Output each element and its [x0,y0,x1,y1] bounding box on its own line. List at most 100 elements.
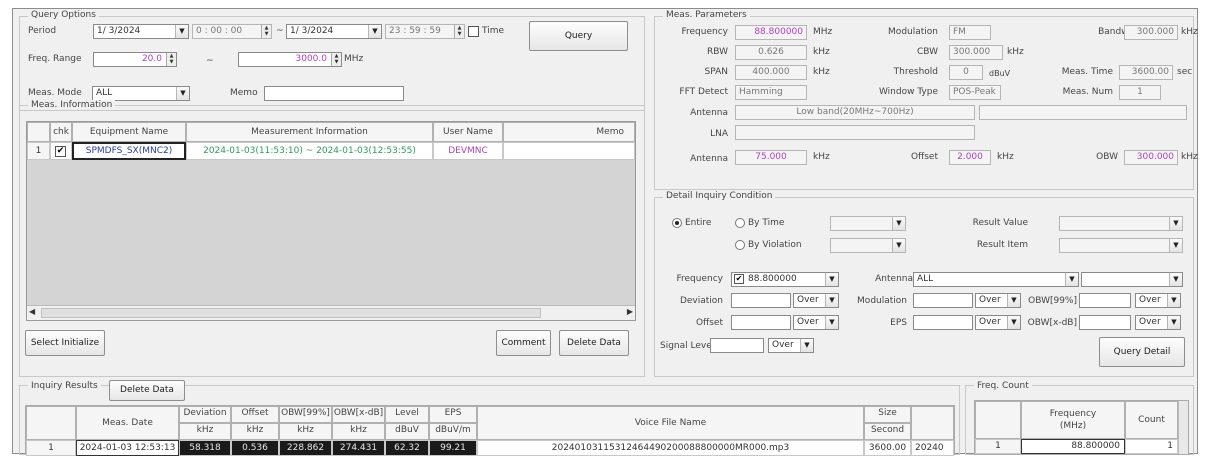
result-voice-file[interactable]: 20240103115312464490200088800000MR000.mp… [477,440,864,456]
offset-filter-input[interactable] [731,315,791,330]
results-header-obwx: OBW[x-dB] [332,406,385,423]
result-extra[interactable]: 20240 [911,440,954,456]
period-end-time[interactable]: 23 : 59 : 59 ▲ ▼ [385,24,465,39]
period-start-date[interactable]: 1/ 3/2024 ▼ [93,24,189,39]
result-deviation[interactable]: 58.318 [179,440,231,456]
time-spin-icon[interactable]: ▲ ▼ [261,25,271,38]
user-name-cell[interactable]: DEVMNC [433,142,503,160]
results-delete-data-button[interactable]: Delete Data [109,380,185,401]
freq-count-grid: Frequency (MHz) Count 1 88.800000 1 [974,400,1189,455]
result-eps[interactable]: 99.21 [429,440,477,456]
detail-frequency-select[interactable]: ✔ 88.800000 ▼ [731,272,839,287]
freq-min-input[interactable]: 20.0 ▲ ▼ [93,52,177,67]
freq-max-spin-icon[interactable]: ▲ ▼ [331,53,341,66]
memo-cell[interactable] [503,142,635,160]
deviation-input[interactable] [731,293,791,308]
by-violation-select[interactable]: ▼ [830,238,906,253]
detail-antenna-extra-select[interactable]: ▼ [1081,272,1183,287]
modulation-param-label: Modulation [888,27,938,37]
result-obwx[interactable]: 274.431 [332,440,385,456]
chevron-down-icon[interactable]: ▼ [1007,316,1020,329]
calendar-dropdown-icon[interactable]: ▼ [368,25,381,38]
eps-input[interactable] [913,315,973,330]
chevron-down-icon[interactable]: ▼ [1169,217,1182,230]
cbw-param-label: CBW [916,47,938,57]
time-checkbox[interactable] [468,26,479,37]
chevron-down-icon[interactable]: ▼ [1169,273,1182,286]
freq-count-frequency[interactable]: 88.800000 [1021,439,1125,454]
obw99-input[interactable] [1079,293,1131,308]
grid-header-chk: chk [50,122,72,142]
result-item-label: Result Item [976,240,1028,250]
results-header-offset: Offset [231,406,279,423]
obw-param-label: OBW [1096,152,1118,162]
result-item-select[interactable]: ▼ [1059,238,1183,253]
chevron-down-icon[interactable]: ▼ [1065,273,1078,286]
by-violation-radio[interactable] [735,240,745,250]
fft-detect-param-label: FFT Detect [679,87,728,97]
period-start-time[interactable]: 0 : 00 : 00 ▲ ▼ [192,24,272,39]
freq-max-input[interactable]: 3000.0 ▲ ▼ [238,52,342,67]
chevron-down-icon[interactable]: ▼ [825,316,838,329]
deviation-over-select[interactable]: Over ▼ [793,293,839,308]
modulation-filter-input[interactable] [913,293,973,308]
result-obw99[interactable]: 228.862 [279,440,332,456]
chevron-down-icon[interactable]: ▼ [1169,239,1182,252]
by-time-select[interactable]: ▼ [830,216,906,231]
chevron-down-icon[interactable]: ▼ [1167,316,1180,329]
delete-data-button[interactable]: Delete Data [559,330,629,356]
result-value-select[interactable]: ▼ [1059,216,1183,231]
chevron-down-icon[interactable]: ▼ [892,217,905,230]
scroll-left-icon[interactable]: ◀ [29,307,35,316]
chevron-down-icon[interactable]: ▼ [176,87,189,100]
offset-over-select[interactable]: Over ▼ [793,315,839,330]
signal-level-input[interactable] [710,338,764,353]
result-level[interactable]: 62.32 [385,440,429,456]
memo-label: Memo [230,88,258,98]
freq-min-spin-icon[interactable]: ▲ ▼ [166,53,176,66]
detail-frequency-checkbox[interactable]: ✔ [734,274,744,284]
chevron-down-icon[interactable]: ▼ [800,339,813,352]
equipment-name-cell[interactable]: SPMDFS_SX(MNC2) [72,142,186,160]
by-time-radio[interactable] [735,218,745,228]
measurement-info-cell[interactable]: 2024-01-03(11:53:10) ~ 2024-01-03(12:53:… [186,142,433,160]
scroll-thumb[interactable] [41,308,541,318]
freq-count-scrollbar[interactable] [1178,401,1188,454]
table-row[interactable]: 1 2024-01-03 12:53:13 58.318 0.536 228.8… [26,440,954,456]
chevron-down-icon[interactable]: ▼ [1167,294,1180,307]
comment-button[interactable]: Comment [496,330,551,356]
chevron-down-icon[interactable]: ▼ [825,273,838,286]
freq-count-count[interactable]: 1 [1125,439,1178,454]
signal-level-over-select[interactable]: Over ▼ [768,338,814,353]
grid-header-measurement-info: Measurement Information [186,122,433,142]
horizontal-scrollbar[interactable]: ◀ ▶ [27,305,635,320]
results-header-level: Level [385,406,429,423]
table-row[interactable]: 1 ✔ SPMDFS_SX(MNC2) 2024-01-03(11:53:10)… [27,142,635,160]
period-end-date[interactable]: 1/ 3/2024 ▼ [286,24,382,39]
obwx-over-select[interactable]: Over ▼ [1135,315,1181,330]
modulation-over-select[interactable]: Over ▼ [975,293,1021,308]
time-spin-icon[interactable]: ▲ ▼ [454,25,464,38]
entire-radio[interactable] [672,218,682,228]
obwx-input[interactable] [1079,315,1131,330]
query-detail-button[interactable]: Query Detail [1099,337,1185,367]
result-offset[interactable]: 0.536 [231,440,279,456]
eps-over-select[interactable]: Over ▼ [975,315,1021,330]
detail-antenna-select[interactable]: ALL ▼ [913,272,1079,287]
chevron-down-icon[interactable]: ▼ [1007,294,1020,307]
meas-mode-select[interactable]: ALL ▼ [92,86,190,101]
scroll-right-icon[interactable]: ▶ [627,307,633,316]
calendar-dropdown-icon[interactable]: ▼ [175,25,188,38]
obw99-over-select[interactable]: Over ▼ [1135,293,1181,308]
memo-input[interactable] [264,86,404,101]
chevron-down-icon[interactable]: ▼ [892,239,905,252]
select-initialize-button[interactable]: Select Initialize [25,330,105,356]
result-size[interactable]: 3600.00 [864,440,911,456]
results-header-offset-unit: kHz [231,423,279,440]
row-checkbox-cell[interactable]: ✔ [50,142,72,160]
row-checkbox[interactable]: ✔ [55,146,66,157]
result-meas-date[interactable]: 2024-01-03 12:53:13 [76,440,179,456]
query-button[interactable]: Query [529,21,628,51]
chevron-down-icon[interactable]: ▼ [825,294,838,307]
table-row[interactable]: 1 88.800000 1 [975,439,1178,454]
